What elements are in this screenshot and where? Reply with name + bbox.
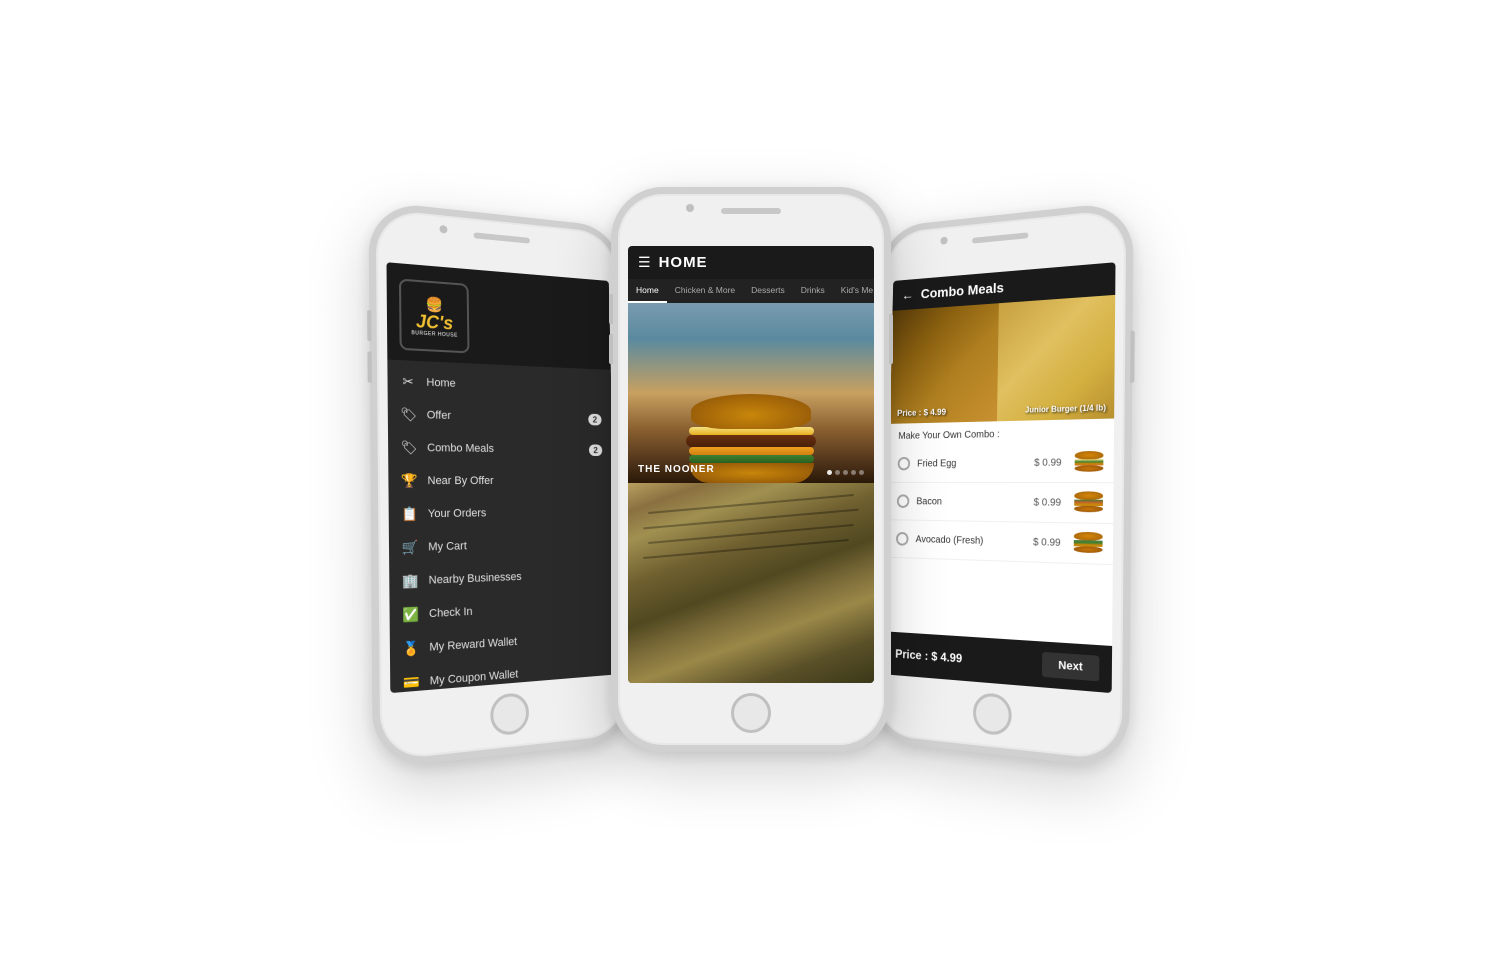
sidebar-item-orders[interactable]: 📋 Your Orders [389, 496, 615, 531]
combo-icon: 🏷 [400, 439, 417, 456]
sidebar-item-label: My Coupon Wallet [430, 661, 607, 687]
dot-2 [835, 470, 840, 475]
combo-name-overlay: Junior Burger (1/4 lb) [1025, 403, 1106, 414]
footer-price: Price : $ 4.99 [895, 646, 962, 665]
center-phone-screen: ☰ HOME Home Chicken & More Desserts Drin… [628, 246, 874, 683]
menu-logo-area: 🍔 JC's BURGER HOUSE [386, 262, 610, 370]
tab-chicken[interactable]: Chicken & More [667, 279, 743, 303]
reward-icon: 🏅 [402, 639, 419, 657]
burger-bun-top [691, 394, 811, 429]
tab-desserts[interactable]: Desserts [743, 279, 793, 303]
second-food-image [628, 483, 874, 683]
sidebar-item-label: Near By Offer [427, 474, 603, 486]
option-name-bacon: Bacon [916, 495, 1026, 507]
offer-badge: 2 [588, 413, 601, 425]
offer-icon: 🏷 [400, 406, 417, 423]
tab-drinks[interactable]: Drinks [793, 279, 833, 303]
dot-4 [851, 470, 856, 475]
left-phone-screen: 🍔 JC's BURGER HOUSE ✂ Home 🏷 [386, 262, 617, 693]
app-logo: 🍔 JC's BURGER HOUSE [399, 278, 470, 353]
option-name-avocado: Avocado (Fresh) [915, 533, 1025, 547]
sidebar-item-label: My Cart [428, 536, 604, 553]
home-button-left[interactable] [490, 691, 529, 736]
radio-fried-egg[interactable] [898, 456, 911, 470]
sidebar-item-label: Check In [429, 598, 606, 619]
burger-icon-bacon [1074, 491, 1103, 514]
radio-bacon[interactable] [897, 494, 910, 508]
right-phone-screen: ← Combo Meals Price : $ 4.99 Junior Burg… [884, 262, 1115, 693]
combo-options: Fried Egg $ 0.99 Bacon $ 0.99 [885, 442, 1114, 646]
dot-1 [827, 470, 832, 475]
sidebar-item-label: Offer [427, 409, 580, 425]
nearby-offer-icon: 🏆 [401, 472, 418, 489]
home-icon: ✂ [400, 373, 417, 390]
combo-option-avocado[interactable]: Avocado (Fresh) $ 0.99 [887, 520, 1113, 565]
burger-cheese-layer [689, 447, 814, 455]
nav-tabs: Home Chicken & More Desserts Drinks Kid'… [628, 279, 874, 303]
sidebar-item-offer[interactable]: 🏷 Offer 2 [388, 397, 613, 434]
combo-badge: 2 [589, 444, 602, 456]
orders-icon: 📋 [401, 505, 418, 522]
home-header: ☰ HOME [628, 246, 874, 279]
combo-food-image: Price : $ 4.99 Junior Burger (1/4 lb) [890, 294, 1115, 423]
sidebar-item-combo-meals[interactable]: 🏷 Combo Meals 2 [388, 430, 613, 465]
fries-image [890, 303, 999, 424]
sidebar-item-label: Combo Meals [427, 441, 580, 455]
menu-screen: 🍔 JC's BURGER HOUSE ✂ Home 🏷 [386, 262, 617, 693]
checkin-icon: ✅ [402, 606, 419, 624]
phones-container: 🍔 JC's BURGER HOUSE ✂ Home 🏷 [0, 0, 1502, 959]
businesses-icon: 🏢 [402, 572, 419, 589]
hero-image: THE NOONER [628, 303, 874, 483]
combo-screen-title: Combo Meals [921, 279, 1004, 301]
phone-right: ← Combo Meals Price : $ 4.99 Junior Burg… [868, 200, 1134, 769]
coupon-icon: 💳 [403, 673, 420, 691]
burger-lettuce-layer [689, 455, 814, 463]
dot-3 [843, 470, 848, 475]
burger-icon-avocado [1074, 531, 1103, 555]
option-name-fried-egg: Fried Egg [917, 457, 1026, 469]
home-screen-title: HOME [659, 254, 708, 271]
sidebar-item-label: Home [426, 376, 601, 394]
next-button[interactable]: Next [1042, 651, 1099, 680]
tab-kids[interactable]: Kid's Me... [833, 279, 874, 303]
sidebar-item-label: Your Orders [428, 505, 604, 519]
burger-meat-layer [686, 435, 816, 447]
burger-icon-fried-egg [1075, 450, 1104, 473]
home-screen: ☰ HOME Home Chicken & More Desserts Drin… [628, 246, 874, 683]
hamburger-menu-icon[interactable]: ☰ [638, 254, 651, 271]
sidebar-item-label: Nearby Businesses [429, 567, 606, 586]
panini-visual [628, 483, 874, 683]
option-price-fried-egg: $ 0.99 [1034, 456, 1062, 467]
home-button-right[interactable] [973, 691, 1012, 736]
cart-icon: 🛒 [401, 539, 418, 556]
phone-left: 🍔 JC's BURGER HOUSE ✂ Home 🏷 [368, 200, 634, 769]
combo-screen: ← Combo Meals Price : $ 4.99 Junior Burg… [884, 262, 1115, 693]
menu-items-list: ✂ Home 🏷 Offer 2 🏷 Combo Meals 2 [387, 359, 617, 693]
home-button-center[interactable] [731, 693, 771, 733]
combo-option-bacon[interactable]: Bacon $ 0.99 [888, 482, 1114, 523]
combo-option-fried-egg[interactable]: Fried Egg $ 0.99 [889, 442, 1114, 483]
phone-center: ☰ HOME Home Chicken & More Desserts Drin… [611, 187, 891, 752]
option-price-avocado: $ 0.99 [1033, 536, 1061, 548]
logo-brand-text: JC's [411, 311, 458, 332]
combo-price-overlay: Price : $ 4.99 [897, 406, 946, 417]
burger-image [997, 294, 1115, 420]
hero-dots [827, 470, 864, 475]
hero-label: THE NOONER [638, 464, 715, 475]
back-arrow-icon[interactable]: ← [901, 286, 914, 302]
sidebar-item-nearby-offer[interactable]: 🏆 Near By Offer [388, 464, 613, 497]
option-price-bacon: $ 0.99 [1033, 496, 1061, 507]
dot-5 [859, 470, 864, 475]
radio-avocado[interactable] [896, 531, 909, 545]
sidebar-item-label: My Reward Wallet [429, 630, 606, 654]
tab-home[interactable]: Home [628, 279, 667, 303]
